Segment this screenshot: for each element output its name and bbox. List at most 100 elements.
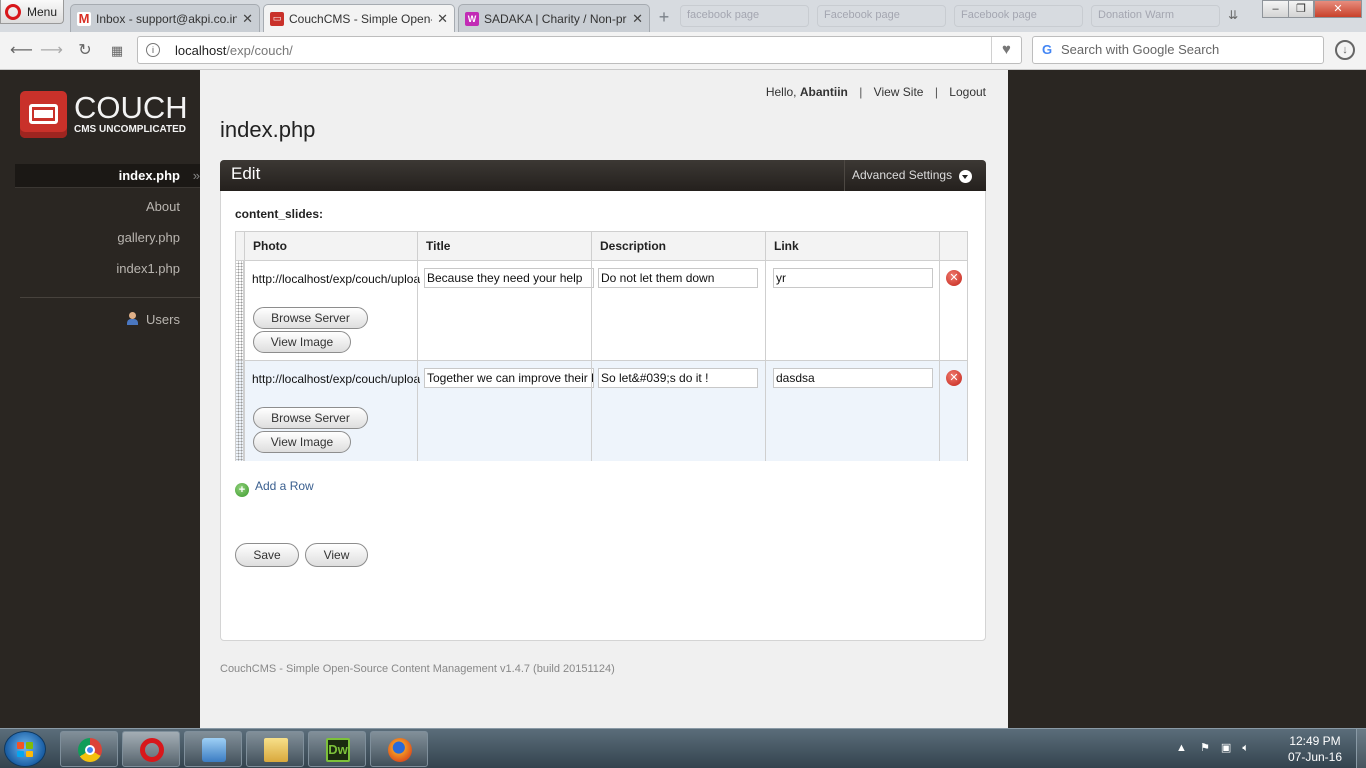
- windows-logo-icon: [17, 742, 33, 757]
- sidebar-item-users[interactable]: Users: [15, 308, 200, 332]
- windows-taskbar: Dw ▲ ⚑ ▣ 🔈︎ 12:49 PM 07-Jun-16: [0, 728, 1366, 768]
- description-input[interactable]: So let&#039;s do it !: [598, 368, 758, 388]
- field-label-content-slides: content_slides:: [235, 207, 324, 221]
- title-input[interactable]: Together we can improve their lives: [424, 368, 594, 388]
- view-image-button[interactable]: View Image: [253, 331, 351, 353]
- reload-icon[interactable]: ↻: [74, 40, 96, 62]
- browse-server-button[interactable]: Browse Server: [253, 307, 368, 329]
- control-panel-icon: [202, 738, 226, 762]
- link-cell: dasdsa: [765, 361, 939, 461]
- chrome-icon: [78, 738, 102, 762]
- back-arrow-icon[interactable]: ⟵: [10, 40, 33, 62]
- show-hidden-icons[interactable]: ▲: [1176, 742, 1187, 754]
- photo-cell: http://localhost/exp/couch/uploads/ Brow…: [244, 361, 420, 461]
- site-info-icon[interactable]: i: [146, 43, 160, 57]
- address-url[interactable]: localhost/exp/couch/: [175, 43, 293, 58]
- stash-heart-icon[interactable]: ♥: [991, 37, 1021, 63]
- title-input[interactable]: Because they need your help: [424, 268, 594, 288]
- search-input[interactable]: G Search with Google Search: [1032, 36, 1324, 64]
- opera-logo-icon: [5, 3, 21, 20]
- clock-date: 07-Jun-16: [1287, 750, 1343, 764]
- table-header: Photo Title Description Link: [236, 232, 967, 261]
- volume-icon[interactable]: 🔈︎: [1242, 742, 1249, 754]
- start-button[interactable]: [4, 731, 46, 767]
- logout-link[interactable]: Logout: [949, 85, 986, 99]
- photo-url-input[interactable]: http://localhost/exp/couch/uploads/: [250, 270, 420, 290]
- table-row: http://localhost/exp/couch/uploads/ Brow…: [236, 261, 967, 361]
- sidebar-item-about[interactable]: About: [15, 195, 200, 219]
- username: Abantiin: [799, 85, 848, 99]
- web-page: COUCH CMS UNCOMPLICATED index.php » Abou…: [0, 70, 1366, 728]
- close-window-button[interactable]: ✕: [1314, 0, 1362, 18]
- taskbar-firefox[interactable]: [370, 731, 428, 767]
- drag-handle-icon[interactable]: [236, 361, 244, 461]
- browse-server-button[interactable]: Browse Server: [253, 407, 368, 429]
- photo-cell: http://localhost/exp/couch/uploads/ Brow…: [244, 261, 420, 361]
- photo-url-input[interactable]: http://localhost/exp/couch/uploads/: [250, 370, 420, 390]
- opera-menu-button[interactable]: Menu: [0, 0, 64, 24]
- taskbar-opera[interactable]: [122, 731, 180, 767]
- network-icon[interactable]: ▣: [1221, 742, 1231, 754]
- add-row-link[interactable]: + Add a Row: [235, 479, 314, 497]
- view-image-button[interactable]: View Image: [253, 431, 351, 453]
- drag-handle-icon[interactable]: [236, 261, 244, 361]
- view-site-link[interactable]: View Site: [874, 85, 924, 99]
- couch-logo-icon: [20, 91, 67, 138]
- main-content: Hello, Abantiin | View Site | Logout ind…: [200, 70, 1008, 728]
- actions-cell: ✕: [939, 261, 967, 361]
- edit-panel: Edit Advanced Settings content_slides: P…: [220, 160, 986, 641]
- tab-inbox[interactable]: M Inbox - support@akpi.co.in ✕: [70, 4, 260, 32]
- taskbar-chrome[interactable]: [60, 731, 118, 767]
- taskbar-control-panel[interactable]: [184, 731, 242, 767]
- show-desktop-button[interactable]: [1356, 729, 1366, 768]
- new-tab-button[interactable]: +: [654, 7, 674, 27]
- download-icon[interactable]: ↓: [1335, 40, 1355, 60]
- speed-dial-grid-icon[interactable]: ▦: [106, 40, 128, 62]
- link-input[interactable]: yr: [773, 268, 933, 288]
- sidebar-item-gallery-php[interactable]: gallery.php: [15, 226, 200, 250]
- dreamweaver-icon: Dw: [326, 738, 350, 762]
- background-window-tabs: facebook page Facebook page Facebook pag…: [680, 5, 1220, 27]
- minimize-button[interactable]: –: [1262, 0, 1289, 18]
- opera-icon: [140, 738, 164, 762]
- address-bar[interactable]: i localhost/exp/couch/ ♥: [137, 36, 1022, 64]
- tab-couchcms[interactable]: ▭ CouchCMS - Simple Open-Source Content …: [263, 4, 455, 32]
- user-bar: Hello, Abantiin | View Site | Logout: [765, 85, 986, 99]
- taskbar-explorer[interactable]: [246, 731, 304, 767]
- maximize-button[interactable]: ❐: [1288, 0, 1314, 18]
- system-tray: ▲ ⚑ ▣ 🔈︎: [1176, 741, 1249, 755]
- link-input[interactable]: dasdsa: [773, 368, 933, 388]
- taskbar-clock[interactable]: 12:49 PM 07-Jun-16: [1280, 733, 1350, 765]
- tab-close-icon[interactable]: ✕: [437, 11, 448, 27]
- sidebar-item-index-php[interactable]: index.php »: [15, 164, 200, 188]
- forward-arrow-icon[interactable]: ⟶: [40, 40, 63, 62]
- tab-close-icon[interactable]: ✕: [242, 11, 253, 27]
- sidebar-item-index1-php[interactable]: index1.php: [15, 257, 200, 281]
- couch-logo[interactable]: COUCH CMS UNCOMPLICATED: [20, 91, 190, 139]
- advanced-settings-toggle[interactable]: Advanced Settings: [844, 160, 986, 191]
- tab-menu-icon[interactable]: ⇊: [1228, 8, 1238, 22]
- couch-favicon-icon: ▭: [270, 11, 284, 26]
- chevron-down-icon: [959, 170, 972, 183]
- tab-close-icon[interactable]: ✕: [632, 11, 643, 27]
- footer-version: CouchCMS - Simple Open-Source Content Ma…: [220, 663, 615, 675]
- folder-icon: [264, 738, 288, 762]
- view-button[interactable]: View: [305, 543, 368, 567]
- delete-row-icon[interactable]: ✕: [946, 270, 962, 286]
- table-row: http://localhost/exp/couch/uploads/ Brow…: [236, 361, 967, 461]
- tab-sadaka[interactable]: W SADAKA | Charity / Non-profit ✕: [458, 4, 650, 32]
- description-cell: So let&#039;s do it !: [591, 361, 765, 461]
- column-header-actions: [939, 232, 967, 261]
- browser-nav-bar: ⟵ ⟶ ↻ ▦ i localhost/exp/couch/ ♥ G Searc…: [0, 32, 1366, 70]
- save-button[interactable]: Save: [235, 543, 299, 567]
- firefox-icon: [388, 738, 412, 762]
- description-input[interactable]: Do not let them down: [598, 268, 758, 288]
- clock-time: 12:49 PM: [1289, 734, 1341, 748]
- browser-tab-bar: Menu M Inbox - support@akpi.co.in ✕ ▭ Co…: [0, 0, 1366, 32]
- taskbar-dreamweaver[interactable]: Dw: [308, 731, 366, 767]
- action-center-icon[interactable]: ⚑: [1200, 742, 1210, 754]
- delete-row-icon[interactable]: ✕: [946, 370, 962, 386]
- add-circle-icon: +: [235, 483, 249, 497]
- user-icon: [126, 312, 140, 326]
- column-header-title: Title: [417, 232, 591, 261]
